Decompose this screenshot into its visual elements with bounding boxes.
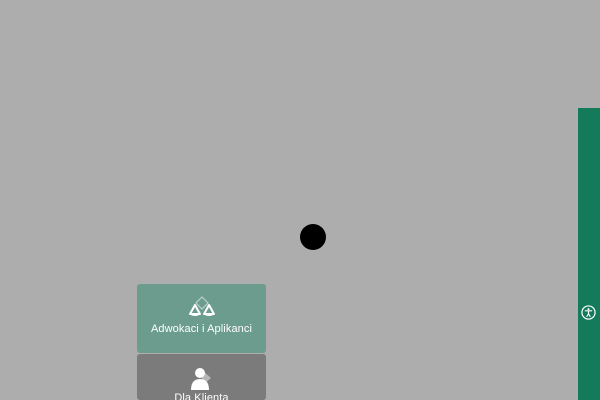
client-user-icon: [190, 368, 211, 390]
client-menu-tile[interactable]: Dla Klienta: [137, 354, 266, 400]
lawyers-menu-tile[interactable]: Adwokaci i Aplikanci: [137, 284, 266, 353]
loading-spinner: [300, 224, 326, 250]
accessibility-icon: [581, 305, 596, 320]
accessibility-button[interactable]: [580, 304, 597, 321]
client-label: Dla Klienta: [174, 392, 229, 400]
scales-of-justice-icon: [188, 296, 215, 316]
lawyers-label: Adwokaci i Aplikanci: [150, 323, 253, 335]
accessibility-sidebar: [578, 108, 600, 400]
